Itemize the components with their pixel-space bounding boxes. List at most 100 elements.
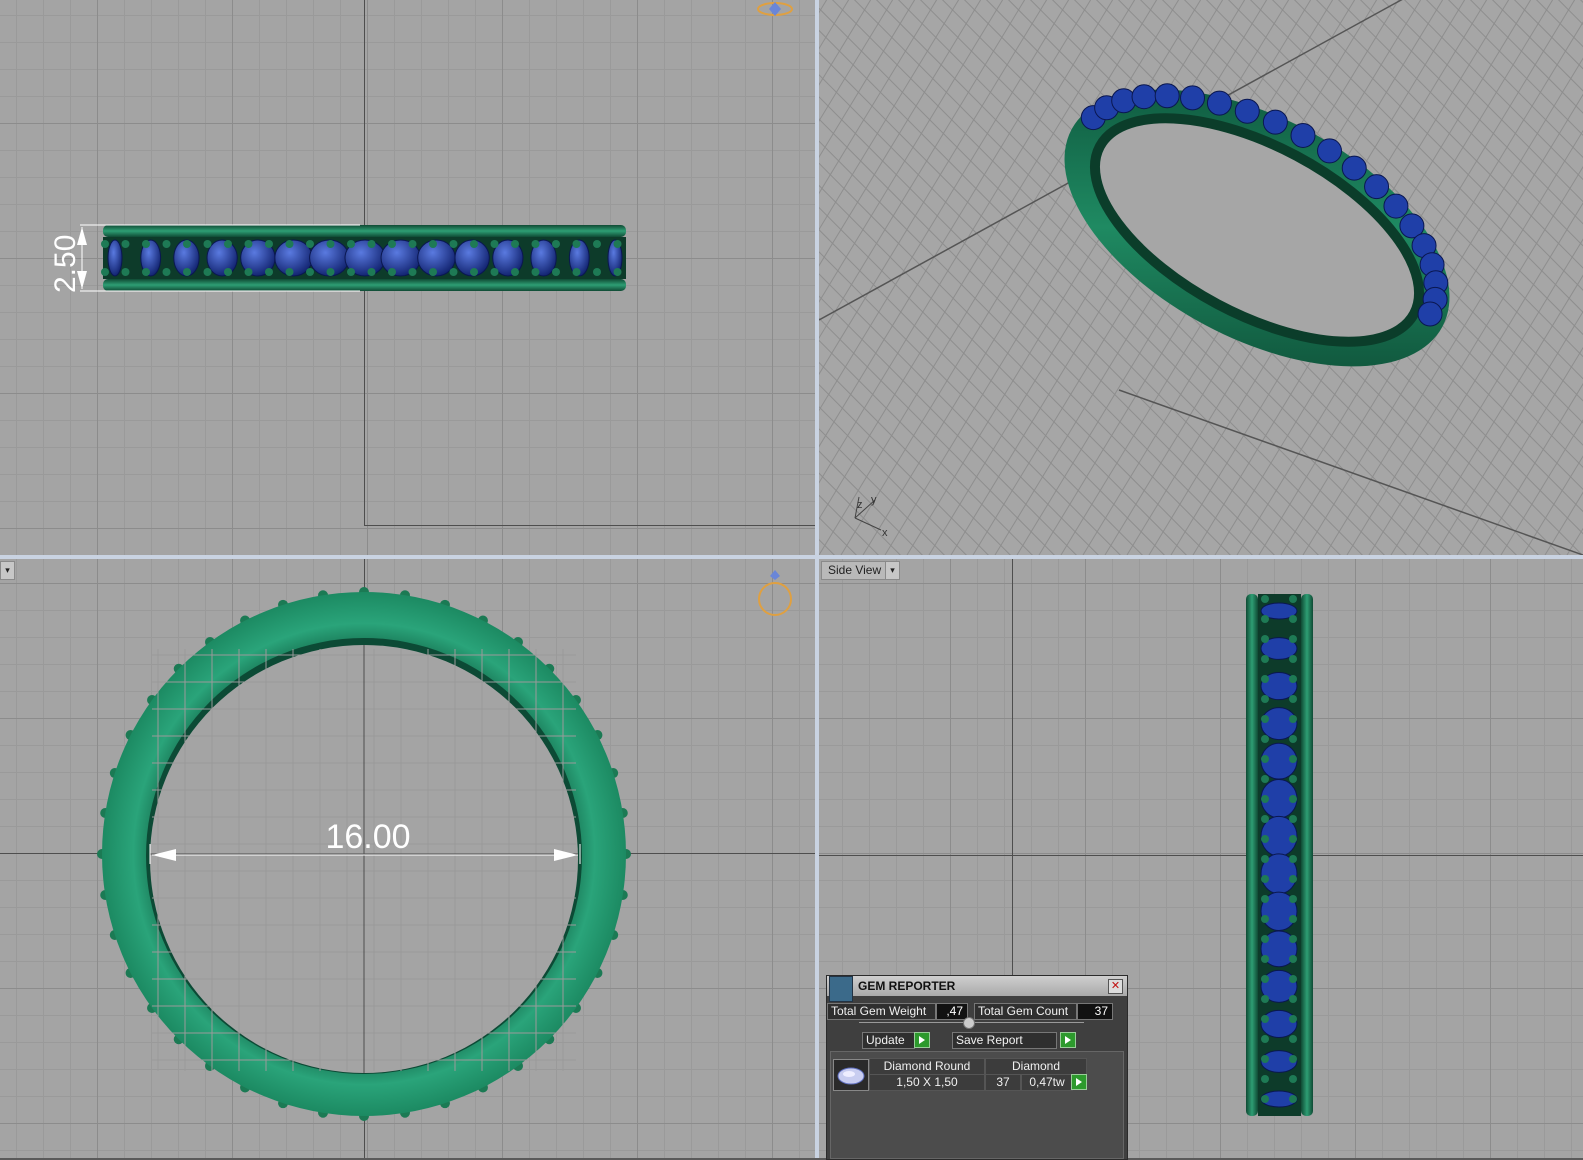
prong <box>1289 775 1297 783</box>
prong <box>347 240 355 248</box>
prong <box>1261 895 1269 903</box>
band-side-render: 2.50 <box>49 224 626 293</box>
prong <box>1261 935 1269 943</box>
band-upper-rail <box>103 225 626 237</box>
prong <box>1261 715 1269 723</box>
gem-reporter-titlebar[interactable]: GEM REPORTER ✕ <box>827 976 1127 1002</box>
prong <box>470 268 478 276</box>
prong <box>449 268 458 276</box>
prong <box>593 268 601 276</box>
prong <box>1261 755 1269 763</box>
save-report-button[interactable]: Save Report <box>952 1032 1057 1049</box>
prong <box>101 268 109 276</box>
prong <box>593 240 601 248</box>
prong <box>1289 995 1297 1003</box>
prong <box>1261 735 1269 743</box>
prong <box>1289 1075 1297 1083</box>
prong <box>1261 915 1269 923</box>
prong <box>1289 1035 1297 1043</box>
prong <box>1261 1035 1269 1043</box>
gem <box>1154 83 1180 109</box>
prong <box>1261 695 1269 703</box>
gem <box>1364 174 1390 200</box>
prong <box>1289 1095 1297 1103</box>
prong <box>285 240 294 248</box>
gem <box>1262 109 1288 135</box>
prong <box>613 240 622 248</box>
prong <box>244 268 253 276</box>
band-left-rail <box>1246 594 1258 1116</box>
view-cube-ring-icon[interactable] <box>757 0 793 18</box>
gem-reporter-icon <box>829 976 853 1002</box>
prong <box>162 240 171 248</box>
prong <box>449 240 458 248</box>
prong <box>1261 675 1269 683</box>
prong <box>1289 875 1297 883</box>
prong <box>1289 835 1297 843</box>
prong <box>1289 795 1297 803</box>
gem <box>1260 707 1298 741</box>
update-button[interactable]: Update <box>862 1032 915 1049</box>
gem <box>1180 85 1206 111</box>
viewport-perspective[interactable]: z y x <box>819 0 1583 555</box>
gem <box>1111 88 1137 114</box>
gem <box>1290 122 1316 148</box>
prong <box>1261 775 1269 783</box>
view-cube-ring-icon[interactable] <box>757 567 793 621</box>
diamond-round-icon <box>833 1059 869 1091</box>
viewport-divider-vertical[interactable] <box>815 0 819 1158</box>
prong <box>408 240 417 248</box>
prong <box>1289 915 1297 923</box>
gem-shape: Diamond Round <box>869 1058 985 1075</box>
prong <box>1261 1015 1269 1023</box>
prong <box>224 240 232 248</box>
dimension-2-50: 2.50 <box>49 235 82 293</box>
prong <box>552 240 560 248</box>
prong <box>244 240 253 248</box>
prong <box>1261 1095 1269 1103</box>
persp-axis-line-b <box>1118 389 1583 555</box>
prong <box>1289 895 1297 903</box>
prong <box>552 268 560 276</box>
prong <box>572 268 581 276</box>
prong <box>367 240 376 248</box>
prong <box>1289 755 1297 763</box>
prong <box>429 240 437 248</box>
gem-size: 1,50 X 1,50 <box>869 1074 985 1091</box>
prong <box>613 268 622 276</box>
prong <box>1289 735 1297 743</box>
gem-weight: 0,47tw <box>1021 1074 1073 1091</box>
axis-y-label: y <box>871 494 877 506</box>
prong <box>1289 655 1297 663</box>
gem-reporter-title: GEM REPORTER <box>858 979 956 993</box>
prong <box>1289 935 1297 943</box>
viewport-divider-horizontal[interactable] <box>0 555 1583 559</box>
slider-handle[interactable] <box>963 1017 975 1029</box>
prong <box>429 268 437 276</box>
prong <box>1261 795 1269 803</box>
prong <box>572 240 581 248</box>
save-report-play-icon[interactable] <box>1060 1032 1076 1048</box>
prong <box>1261 1055 1269 1063</box>
prong <box>101 240 109 248</box>
gem <box>1260 1009 1298 1038</box>
prong <box>388 240 396 248</box>
viewport-top[interactable]: 2.50 <box>0 0 815 555</box>
prong <box>511 240 519 248</box>
prong <box>142 268 150 276</box>
prong <box>306 240 314 248</box>
prong <box>285 268 294 276</box>
viewport-front[interactable]: ▾ 16.00 <box>0 559 815 1158</box>
close-icon[interactable]: ✕ <box>1108 979 1123 994</box>
update-play-icon[interactable] <box>914 1032 930 1048</box>
prong <box>121 240 130 248</box>
gem-count: 37 <box>985 1074 1021 1091</box>
gem-row <box>101 239 623 277</box>
prong <box>1261 595 1269 603</box>
prong <box>531 240 540 248</box>
gem-row-play-icon[interactable] <box>1071 1074 1087 1090</box>
prong <box>1261 815 1269 823</box>
total-gem-count-value: 37 <box>1077 1003 1113 1020</box>
ring-front-render: 16.00 <box>97 587 631 1121</box>
prong <box>1289 855 1297 863</box>
